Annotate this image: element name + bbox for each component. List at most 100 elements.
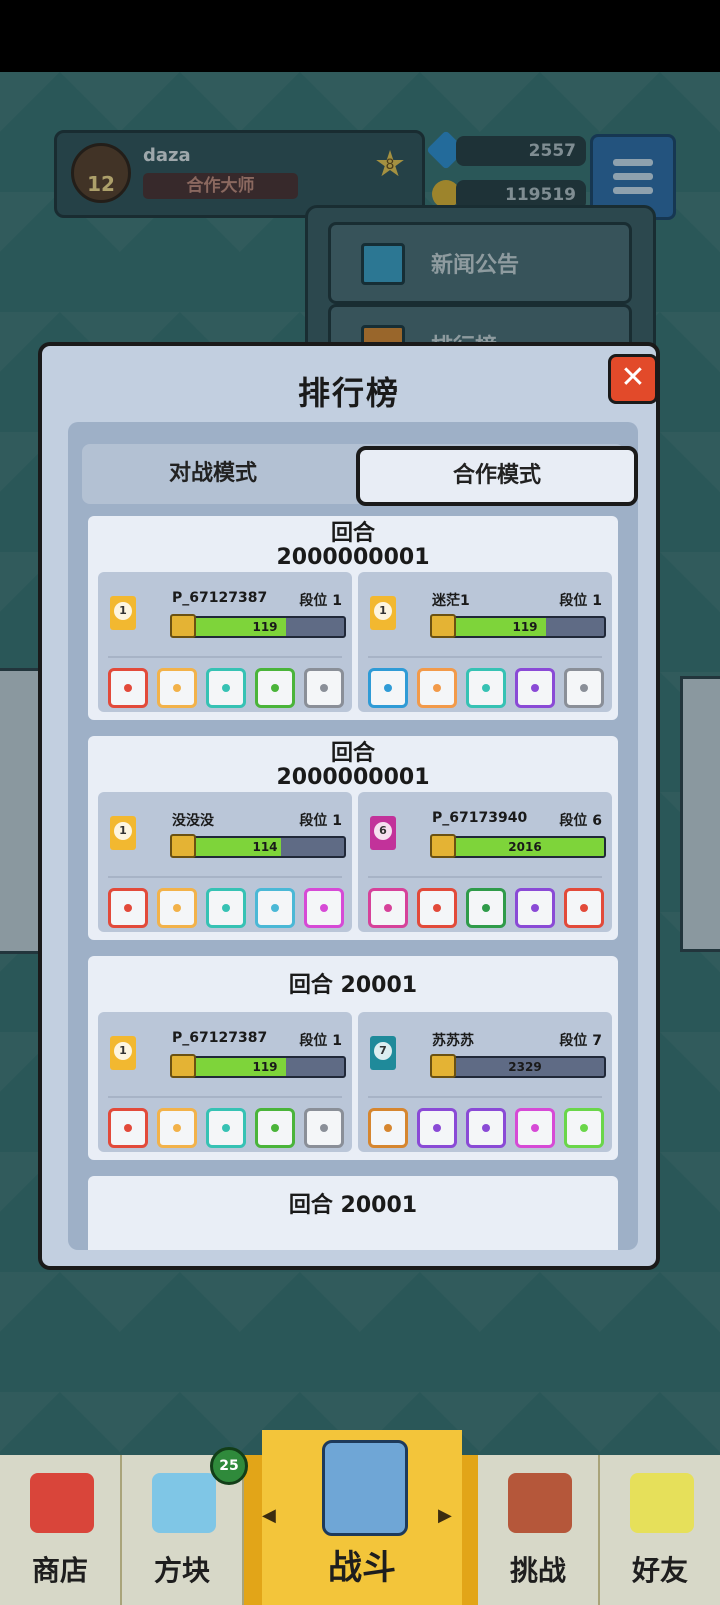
trophy-score: 119 (252, 1060, 278, 1074)
rank-medal-icon: 1 (370, 596, 396, 630)
dice-icon (564, 888, 604, 928)
round-label: 回合 20001 (288, 1193, 418, 1218)
dice-pip (384, 684, 392, 692)
dice-icon (368, 888, 408, 928)
divider (108, 1096, 342, 1098)
player-slot-tier: 段位 1 (299, 813, 342, 829)
trophy-icon (170, 1054, 196, 1078)
dice-pip (384, 904, 392, 912)
player-slot-name: P_67127387 (172, 1030, 268, 1046)
nav-right-arrow-icon[interactable]: ▶ (438, 1505, 452, 1526)
dice-icon (108, 888, 148, 928)
dice-icon (304, 668, 344, 708)
dice-icon (515, 668, 555, 708)
dice-pip (173, 1124, 181, 1132)
dice-pip (222, 1124, 230, 1132)
nav-friends[interactable]: 好友 (600, 1455, 720, 1605)
dice-icon (466, 1108, 506, 1148)
leaderboard-entry: 回合 2000000001 1 P_67127387 段位 1 119 1 迷茫… (88, 516, 618, 720)
nav-friends-label: 好友 (631, 1554, 688, 1587)
player-slot-tier: 段位 1 (559, 593, 602, 609)
nav-blocks-label: 方块 (153, 1554, 210, 1587)
round-value: 2000000001 (276, 765, 430, 790)
trophy-icon (430, 614, 456, 638)
nav-challenge[interactable]: 挑战 (478, 1455, 600, 1605)
player-slot[interactable]: 1 P_67127387 段位 1 119 (98, 1012, 352, 1152)
dice-icon (368, 1108, 408, 1148)
dice-icon (255, 668, 295, 708)
leaderboard-content: 对战模式 合作模式 回合 2000000001 1 P_67127387 段位 … (68, 422, 638, 1250)
player-slot-name: P_67173940 (432, 810, 528, 826)
dice-pip (433, 684, 441, 692)
dice-icon (515, 888, 555, 928)
round-label: 回合 (330, 521, 375, 546)
dice-pip (271, 904, 279, 912)
dice-pip (580, 1124, 588, 1132)
battle-shield-icon (322, 1440, 408, 1536)
dice-icon (206, 1108, 246, 1148)
blocks-badge: 25 (210, 1447, 248, 1485)
trophy-progress-bar: 119 (184, 1056, 346, 1078)
nav-left-arrow-icon[interactable]: ◀ (262, 1505, 276, 1526)
dice-icon (206, 888, 246, 928)
dice-icon (157, 1108, 197, 1148)
trophy-icon (170, 614, 196, 638)
dice-pip (320, 904, 328, 912)
rank-medal-number: 1 (114, 602, 132, 620)
trophy-progress-bar: 2329 (444, 1056, 606, 1078)
nav-shop-label: 商店 (31, 1554, 88, 1587)
dice-pip (124, 684, 132, 692)
dice-icon (255, 888, 295, 928)
player-slot-tier: 段位 1 (299, 593, 342, 609)
challenge-icon (508, 1473, 572, 1533)
player-slot-name: 没没没 (172, 813, 214, 829)
player-slot-name: 迷茫1 (432, 593, 470, 609)
rank-medal-number: 6 (374, 822, 392, 840)
trophy-icon (170, 834, 196, 858)
rank-medal-icon: 6 (370, 816, 396, 850)
modal-title: 排行榜 (297, 374, 400, 412)
tab-coop-mode[interactable]: 合作模式 (356, 446, 638, 506)
dice-icon (515, 1108, 555, 1148)
player-slot[interactable]: 1 P_67127387 段位 1 119 (98, 572, 352, 712)
dice-pip (531, 684, 539, 692)
system-status-bar (0, 0, 720, 72)
dice-icon (564, 668, 604, 708)
trophy-score: 2329 (508, 1060, 542, 1074)
rank-medal-icon: 1 (110, 1036, 136, 1070)
dice-icon (108, 1108, 148, 1148)
dice-pip (124, 904, 132, 912)
rank-medal-number: 1 (114, 1042, 132, 1060)
dice-pip (384, 1124, 392, 1132)
rank-medal-number: 1 (114, 822, 132, 840)
player-slot[interactable]: 1 没没没 段位 1 114 (98, 792, 352, 932)
player-slot[interactable]: 6 P_67173940 段位 6 2016 (358, 792, 612, 932)
nav-shop[interactable]: 商店 (0, 1455, 122, 1605)
dice-icon (417, 888, 457, 928)
divider (108, 876, 342, 878)
trophy-progress-bar: 114 (184, 836, 346, 858)
divider (368, 876, 602, 878)
dice-pip (482, 904, 490, 912)
dice-pip (173, 904, 181, 912)
close-button[interactable]: ✕ (608, 354, 658, 404)
round-label: 回合 (330, 741, 375, 766)
player-slot[interactable]: 1 迷茫1 段位 1 119 (358, 572, 612, 712)
dice-icon (255, 1108, 295, 1148)
dice-icon (368, 668, 408, 708)
divider (368, 1096, 602, 1098)
trophy-score: 114 (252, 840, 278, 854)
player-slot[interactable]: 7 苏苏苏 段位 7 2329 (358, 1012, 612, 1152)
tab-battle-mode[interactable]: 对战模式 (82, 444, 344, 504)
rank-medal-number: 7 (374, 1042, 392, 1060)
trophy-score: 2016 (508, 840, 542, 854)
player-slot-tier: 段位 1 (299, 1033, 342, 1049)
dice-pip (320, 684, 328, 692)
dice-pip (531, 904, 539, 912)
dice-pip (580, 684, 588, 692)
trophy-progress-bar: 2016 (444, 836, 606, 858)
dice-icon (157, 668, 197, 708)
nav-battle[interactable]: 战斗 (262, 1430, 462, 1605)
dice-pip (531, 1124, 539, 1132)
leaderboard-entry: 回合 20001 1 P_67127387 段位 1 119 7 苏苏苏 段位 … (88, 956, 618, 1160)
